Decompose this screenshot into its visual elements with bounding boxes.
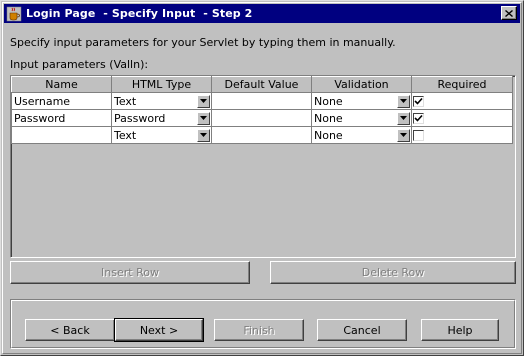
name-cell[interactable]: [11, 126, 112, 144]
checkmark-icon: [414, 97, 423, 105]
validation-value: None: [314, 111, 343, 125]
validation-combo[interactable]: None: [311, 92, 412, 110]
required-cell: [411, 109, 513, 127]
column-header-default-value[interactable]: Default Value: [211, 76, 312, 93]
column-header-validation[interactable]: Validation: [311, 76, 412, 93]
close-icon: [505, 9, 513, 17]
table-header-row: Name HTML Type Default Value Validation …: [11, 76, 513, 93]
column-header-html-type[interactable]: HTML Type: [111, 76, 212, 93]
table-row: Username Text None: [11, 92, 513, 110]
window-title: Login Page - Specify Input - Step 2: [26, 7, 253, 20]
finish-button[interactable]: Finish: [214, 319, 304, 341]
cancel-button[interactable]: Cancel: [317, 319, 407, 341]
default-value-cell[interactable]: [211, 109, 312, 127]
default-value-cell[interactable]: [211, 92, 312, 110]
html-type-value: Text: [114, 94, 137, 108]
delete-row-button[interactable]: Delete Row: [270, 261, 516, 284]
help-button[interactable]: Help: [421, 319, 499, 341]
dropdown-button[interactable]: [397, 128, 410, 142]
html-type-value: Password: [114, 111, 166, 125]
name-value: Username: [14, 94, 71, 108]
column-header-name[interactable]: Name: [11, 76, 112, 93]
html-type-combo[interactable]: Text: [111, 92, 212, 110]
chevron-down-icon: [400, 116, 407, 120]
next-button[interactable]: Next >: [114, 318, 204, 342]
required-cell: [411, 92, 513, 110]
name-value: Password: [14, 111, 66, 125]
close-button[interactable]: [501, 6, 517, 20]
chevron-down-icon: [400, 133, 407, 137]
chevron-down-icon: [200, 99, 207, 103]
column-header-required[interactable]: Required: [411, 76, 513, 93]
dropdown-button[interactable]: [197, 128, 210, 142]
validation-combo[interactable]: None: [311, 109, 412, 127]
name-cell[interactable]: Username: [11, 92, 112, 110]
html-type-combo[interactable]: Password: [111, 109, 212, 127]
java-cup-icon: [6, 6, 22, 22]
validation-value: None: [314, 128, 343, 142]
parameters-table: Name HTML Type Default Value Validation …: [10, 75, 516, 258]
dropdown-button[interactable]: [197, 94, 210, 108]
dropdown-button[interactable]: [397, 111, 410, 125]
name-cell[interactable]: Password: [11, 109, 112, 127]
chevron-down-icon: [200, 133, 207, 137]
html-type-value: Text: [114, 128, 137, 142]
validation-combo[interactable]: None: [311, 126, 412, 144]
dialog-window: Login Page - Specify Input - Step 2 Spec…: [0, 0, 524, 356]
required-checkbox[interactable]: [413, 112, 424, 124]
chevron-down-icon: [400, 99, 407, 103]
html-type-combo[interactable]: Text: [111, 126, 212, 144]
required-cell: [411, 126, 513, 144]
validation-value: None: [314, 94, 343, 108]
checkmark-icon: [414, 114, 423, 122]
dropdown-button[interactable]: [197, 111, 210, 125]
table-row: Text None: [11, 126, 513, 144]
insert-row-button[interactable]: Insert Row: [10, 261, 250, 284]
required-checkbox[interactable]: [413, 95, 424, 107]
required-checkbox[interactable]: [413, 129, 424, 141]
instruction-text: Specify input parameters for your Servle…: [10, 36, 396, 49]
table-row: Password Password None: [11, 109, 513, 127]
default-value-cell[interactable]: [211, 126, 312, 144]
table-label: Input parameters (Valln):: [10, 58, 149, 71]
chevron-down-icon: [200, 116, 207, 120]
dropdown-button[interactable]: [397, 94, 410, 108]
back-button[interactable]: < Back: [25, 319, 115, 341]
title-bar[interactable]: Login Page - Specify Input - Step 2: [4, 4, 520, 23]
